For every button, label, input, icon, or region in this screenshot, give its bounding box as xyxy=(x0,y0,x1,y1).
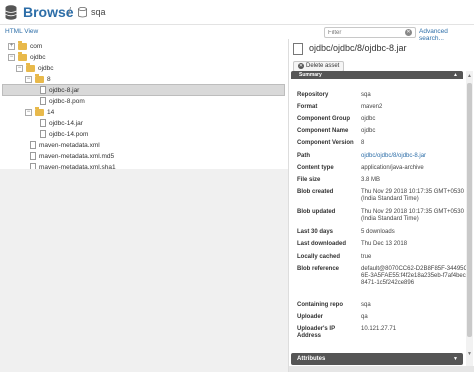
asset-path-title: ojdbc/ojdbc/8/ojdbc-8.jar xyxy=(309,43,407,53)
page-title[interactable]: Browse xyxy=(23,4,74,20)
scroll-down-icon[interactable]: ▼ xyxy=(466,351,473,357)
attributes-section-header[interactable]: Attributes ▼ xyxy=(291,353,463,365)
breadcrumb-repository[interactable]: sqa xyxy=(91,7,106,17)
tree-node-ojdbc-8-jar[interactable]: ojdbc-8.jar xyxy=(2,84,285,96)
collapse-toggle[interactable]: − xyxy=(25,108,32,116)
database-icon xyxy=(5,5,17,20)
summary-section-header[interactable]: Summary ▲ xyxy=(291,71,463,79)
tree-node-maven-metadata-md5[interactable]: maven-metadata.xml.md5 xyxy=(30,151,114,162)
chevron-down-icon: ▼ xyxy=(453,356,458,362)
asset-details-panel: ojdbc/ojdbc/8/ojdbc-8.jar ✕ Delete asset … xyxy=(288,39,474,372)
collapse-toggle[interactable]: − xyxy=(8,53,15,61)
expand-toggle[interactable]: + xyxy=(8,42,15,50)
file-icon xyxy=(40,119,46,128)
tree-node-maven-metadata[interactable]: maven-metadata.xml xyxy=(30,140,100,151)
collapse-toggle[interactable]: − xyxy=(25,75,32,83)
asset-header: ojdbc/ojdbc/8/ojdbc-8.jar xyxy=(289,39,474,59)
folder-icon xyxy=(18,40,27,50)
file-icon xyxy=(30,141,36,150)
asset-tree: + com − ojdbc − ojdbc −8 ojdbc-8.jar ojdbc-… xyxy=(0,39,288,372)
tree-node-ojdbc-14-jar[interactable]: ojdbc-14.jar xyxy=(40,118,83,129)
file-icon xyxy=(30,152,36,161)
header-bar: Browse / sqa xyxy=(0,0,474,25)
tree-node-14[interactable]: −14 xyxy=(25,106,54,118)
file-icon xyxy=(40,130,46,139)
clear-filter-icon[interactable]: ✕ xyxy=(405,29,412,36)
folder-icon xyxy=(35,106,44,116)
file-icon xyxy=(293,43,303,55)
tree-empty-area xyxy=(0,169,288,372)
tree-node-ojdbc-8-pom[interactable]: ojdbc-8.pom xyxy=(40,96,85,107)
tree-node-ojdbc[interactable]: − ojdbc xyxy=(8,51,46,63)
scroll-up-icon[interactable]: ▲ xyxy=(466,73,473,79)
breadcrumb-separator: / xyxy=(68,6,72,18)
file-icon xyxy=(40,97,46,106)
html-view-link[interactable]: HTML View xyxy=(5,28,38,35)
folder-icon xyxy=(35,73,44,83)
repository-icon xyxy=(78,7,87,18)
chevron-up-icon: ▲ xyxy=(453,72,458,78)
details-scrollbar[interactable]: ▲ ▼ xyxy=(466,71,473,366)
tree-node-ojdbc-sub[interactable]: − ojdbc xyxy=(16,62,54,74)
delete-icon: ✕ xyxy=(298,63,304,69)
horizontal-scrollbar[interactable] xyxy=(289,366,474,372)
collapse-toggle[interactable]: − xyxy=(16,64,23,72)
folder-icon xyxy=(26,62,35,72)
file-icon xyxy=(40,86,46,95)
filter-input[interactable] xyxy=(324,27,416,38)
tree-node-ojdbc-14-pom[interactable]: ojdbc-14.pom xyxy=(40,129,88,140)
path-link[interactable]: ojdbc/ojdbc/8/ojdbc-8.jar xyxy=(361,153,469,160)
tree-node-com[interactable]: + com xyxy=(8,40,42,52)
folder-icon xyxy=(18,51,27,61)
scrollbar-thumb[interactable] xyxy=(467,83,472,337)
